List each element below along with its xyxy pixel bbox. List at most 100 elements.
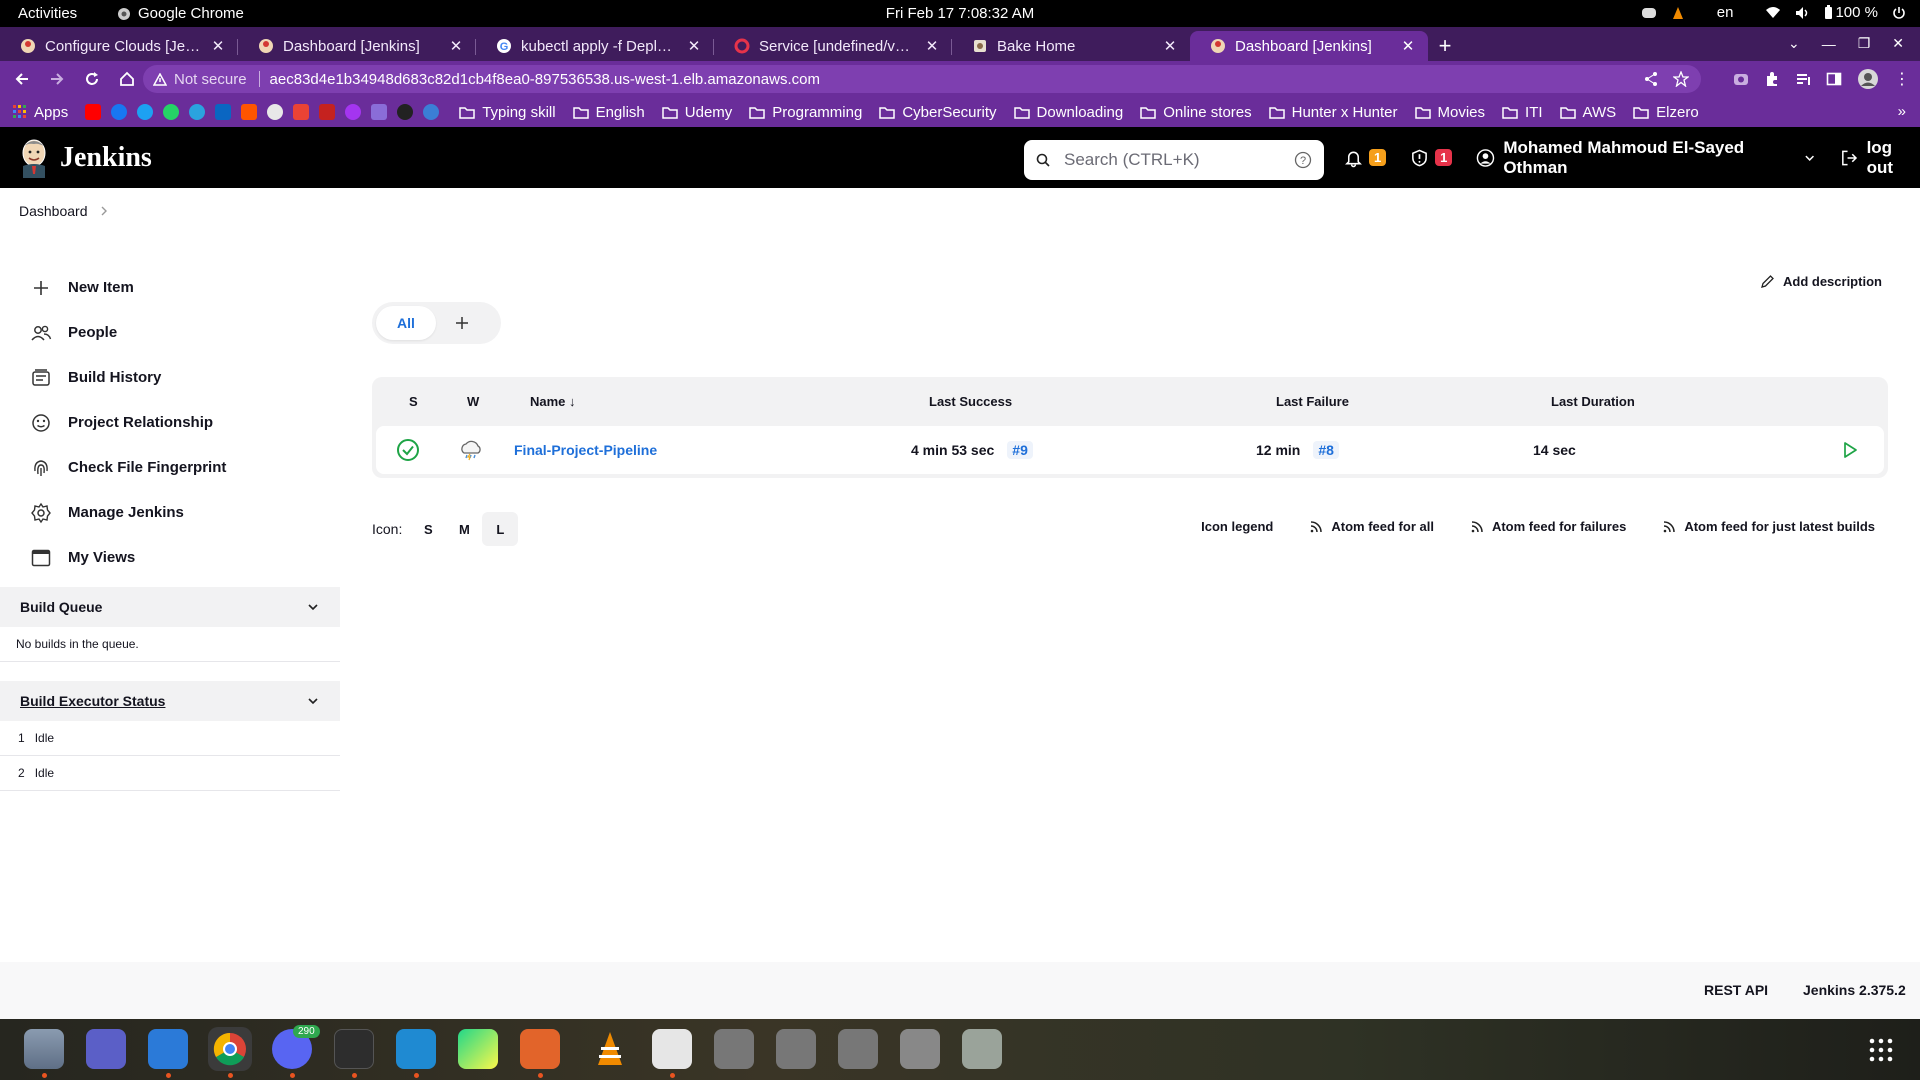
url-text[interactable]: aec83d4e1b34948d683c82d1cb4f8ea0-8975365… <box>270 71 820 88</box>
help-icon[interactable]: ? <box>1294 151 1312 169</box>
keyboard-language[interactable]: en <box>1717 4 1734 21</box>
tab-bake-home[interactable]: Bake Home ✕ <box>952 31 1190 61</box>
bookmark-folder[interactable]: ITI <box>1502 104 1543 121</box>
sidebar-item-my-views[interactable]: My Views <box>30 535 330 580</box>
files-app-icon[interactable] <box>24 1029 64 1069</box>
new-tab-button[interactable]: + <box>1428 31 1462 61</box>
edge-icon[interactable] <box>423 104 440 120</box>
github-copilot-icon[interactable] <box>267 104 284 120</box>
bookmark-star-icon[interactable] <box>1673 71 1689 87</box>
sidebar-item-new-item[interactable]: New Item <box>30 265 330 310</box>
github-icon[interactable] <box>397 104 414 120</box>
executor-status-title[interactable]: Build Executor Status <box>20 693 165 709</box>
sidebar-item-check-file-fingerprint[interactable]: Check File Fingerprint <box>30 445 330 490</box>
play-build-icon[interactable] <box>1840 440 1860 460</box>
activities-button[interactable]: Activities <box>18 5 77 22</box>
chevron-right-icon[interactable] <box>100 205 108 217</box>
system-tray[interactable]: en 100 % <box>1641 4 1906 21</box>
trash-icon[interactable] <box>962 1029 1002 1069</box>
udemy-icon[interactable] <box>345 104 362 120</box>
disk-drive-icon[interactable] <box>776 1029 816 1069</box>
security-shield-icon[interactable] <box>1410 148 1429 168</box>
telegram-icon[interactable] <box>189 104 206 120</box>
profile-avatar-icon[interactable] <box>1857 68 1879 90</box>
close-tab-icon[interactable]: ✕ <box>924 37 940 55</box>
battery-indicator[interactable]: 100 % <box>1824 4 1878 21</box>
tab-dashboard-jenkins-active[interactable]: Dashboard [Jenkins] ✕ <box>1190 31 1428 61</box>
close-window-icon[interactable]: ✕ <box>1892 35 1904 52</box>
column-header-name[interactable]: Name ↓ <box>530 394 576 409</box>
facebook-icon[interactable] <box>111 104 128 120</box>
disk-drive-icon[interactable] <box>838 1029 878 1069</box>
icon-legend-link[interactable]: Icon legend <box>1201 519 1273 534</box>
text-editor-app-icon[interactable] <box>148 1029 188 1069</box>
youtube-icon[interactable] <box>85 104 102 120</box>
tab-kubectl-search[interactable]: G kubectl apply -f Deployment ✕ <box>476 31 714 61</box>
bookmark-folder[interactable]: Movies <box>1414 104 1485 121</box>
job-link[interactable]: Final-Project-Pipeline <box>514 442 657 458</box>
icon-size-s[interactable]: S <box>410 512 446 546</box>
column-header-status[interactable]: S <box>409 394 418 409</box>
column-header-last-success[interactable]: Last Success <box>929 394 1012 409</box>
forward-button[interactable] <box>44 66 70 92</box>
close-tab-icon[interactable]: ✕ <box>1162 37 1178 55</box>
breadcrumb-dashboard[interactable]: Dashboard <box>19 203 88 219</box>
whatsapp-icon[interactable] <box>163 104 180 120</box>
reading-list-icon[interactable] <box>1795 71 1811 87</box>
ssd-drive-icon[interactable] <box>900 1029 940 1069</box>
phantom-icon[interactable] <box>371 104 388 120</box>
close-tab-icon[interactable]: ✕ <box>686 37 702 55</box>
linkedin-icon[interactable] <box>215 104 232 120</box>
app-menu[interactable]: Google Chrome <box>117 5 244 22</box>
user-menu[interactable]: Mohamed Mahmoud El-Sayed Othman <box>1476 138 1815 178</box>
bookmark-folder[interactable]: Online stores <box>1140 104 1252 121</box>
security-badge[interactable]: 1 <box>1435 149 1453 166</box>
sidebar-item-project-relationship[interactable]: Project Relationship <box>30 400 330 445</box>
clock[interactable]: Fri Feb 17 7:08:32 AM <box>0 5 1920 22</box>
atom-feed-latest[interactable]: Atom feed for just latest builds <box>1662 519 1875 534</box>
impress-app-icon[interactable] <box>520 1029 560 1069</box>
terminal-app-icon[interactable] <box>334 1029 374 1069</box>
sidebar-item-manage-jenkins[interactable]: Manage Jenkins <box>30 490 330 535</box>
back-button[interactable] <box>9 66 35 92</box>
jenkins-home-link[interactable]: Jenkins <box>18 138 152 178</box>
success-status-icon[interactable] <box>396 438 420 462</box>
tab-dashboard-jenkins-1[interactable]: Dashboard [Jenkins] ✕ <box>238 31 476 61</box>
column-header-weather[interactable]: W <box>467 394 479 409</box>
bookmark-folder[interactable]: CyberSecurity <box>879 104 997 121</box>
column-header-last-failure[interactable]: Last Failure <box>1276 394 1349 409</box>
close-tab-icon[interactable]: ✕ <box>1400 37 1416 55</box>
jenkins-version-link[interactable]: Jenkins 2.375.2 <box>1803 982 1906 998</box>
side-panel-icon[interactable] <box>1826 71 1842 87</box>
bookmark-folder[interactable]: Programming <box>749 104 862 121</box>
logout-link[interactable]: log out <box>1840 138 1920 178</box>
tab-configure-clouds[interactable]: Configure Clouds [Jenkins] ✕ <box>0 31 238 61</box>
bookmark-folder[interactable]: Typing skill <box>459 104 556 121</box>
rest-api-link[interactable]: REST API <box>1704 982 1768 998</box>
close-tab-icon[interactable]: ✕ <box>210 37 226 55</box>
gmail-icon[interactable] <box>293 104 310 120</box>
icon-size-l[interactable]: L <box>482 512 519 546</box>
address-bar[interactable]: Not secure aec83d4e1b34948d683c82d1cb4f8… <box>143 65 1701 93</box>
chevron-down-icon[interactable] <box>306 600 320 614</box>
vscode-app-icon[interactable] <box>396 1029 436 1069</box>
home-button[interactable] <box>114 66 140 92</box>
teams-app-icon[interactable] <box>86 1029 126 1069</box>
chrome-menu-icon[interactable]: ⋮ <box>1894 69 1910 89</box>
vlc-app-icon[interactable] <box>590 1029 630 1069</box>
chevron-down-icon[interactable] <box>306 694 320 708</box>
bookmark-folder[interactable]: Downloading <box>1013 104 1123 121</box>
security-status[interactable]: Not secure <box>174 71 247 88</box>
document-viewer-app-icon[interactable] <box>652 1029 692 1069</box>
soundcloud-icon[interactable] <box>241 104 258 120</box>
search-input[interactable]: Search (CTRL+K) <box>1064 150 1294 170</box>
close-tab-icon[interactable]: ✕ <box>448 37 464 55</box>
executor-status-header[interactable]: Build Executor Status <box>0 681 340 721</box>
tab-search-icon[interactable]: ⌄ <box>1788 35 1800 52</box>
bookmark-apps[interactable]: Apps <box>13 104 68 121</box>
notifications-bell-icon[interactable] <box>1344 148 1363 168</box>
chrome-app-icon[interactable] <box>208 1027 252 1071</box>
icon-size-m[interactable]: M <box>446 512 482 546</box>
notifications-badge[interactable]: 1 <box>1368 149 1387 166</box>
bookmark-folder[interactable]: AWS <box>1559 104 1616 121</box>
